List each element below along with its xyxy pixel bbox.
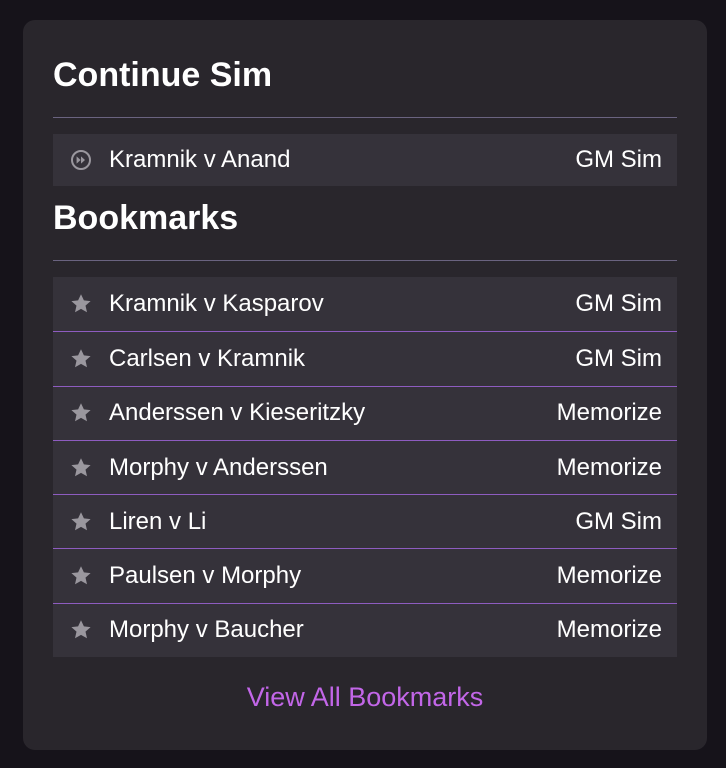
bookmark-item[interactable]: Carlsen v Kramnik GM Sim bbox=[53, 331, 677, 386]
star-icon bbox=[69, 618, 93, 642]
continue-sim-divider bbox=[53, 117, 677, 118]
game-mode: GM Sim bbox=[575, 290, 662, 318]
continue-sim-item[interactable]: Kramnik v Anand GM Sim bbox=[53, 134, 677, 186]
bookmark-item[interactable]: Anderssen v Kieseritzky Memorize bbox=[53, 385, 677, 440]
game-name: Carlsen v Kramnik bbox=[109, 344, 306, 372]
game-mode: GM Sim bbox=[575, 344, 662, 372]
game-mode: Memorize bbox=[556, 399, 662, 427]
star-icon bbox=[69, 292, 93, 316]
bookmark-item[interactable]: Paulsen v Morphy Memorize bbox=[53, 548, 677, 603]
game-name: Anderssen v Kieseritzky bbox=[109, 399, 366, 427]
bookmarks-title: Bookmarks bbox=[53, 199, 239, 237]
continue-sim-list: Kramnik v Anand GM Sim bbox=[53, 134, 677, 186]
star-icon bbox=[69, 401, 93, 425]
game-name: Morphy v Anderssen bbox=[109, 453, 328, 481]
bookmarks-divider bbox=[53, 260, 677, 261]
bookmarks-list: Kramnik v Kasparov GM Sim Carlsen v Kram… bbox=[53, 277, 677, 658]
continue-sim-title: Continue Sim bbox=[53, 56, 273, 94]
view-all-bookmarks-link[interactable]: View All Bookmarks bbox=[23, 680, 707, 714]
fast-forward-icon bbox=[69, 148, 93, 172]
sim-card: Continue Sim Kramnik v Anand GM Sim Book… bbox=[23, 20, 707, 750]
star-icon bbox=[69, 456, 93, 480]
game-mode: Memorize bbox=[556, 453, 662, 481]
star-icon bbox=[69, 564, 93, 588]
bookmark-item[interactable]: Liren v Li GM Sim bbox=[53, 494, 677, 549]
bookmark-item[interactable]: Kramnik v Kasparov GM Sim bbox=[53, 277, 677, 332]
bookmark-item[interactable]: Morphy v Baucher Memorize bbox=[53, 602, 677, 658]
star-icon bbox=[69, 510, 93, 534]
star-icon bbox=[69, 347, 93, 371]
game-mode: Memorize bbox=[556, 562, 662, 590]
game-mode: GM Sim bbox=[575, 146, 662, 173]
game-name: Morphy v Baucher bbox=[109, 616, 304, 644]
bookmark-item[interactable]: Morphy v Anderssen Memorize bbox=[53, 439, 677, 495]
game-mode: Memorize bbox=[556, 616, 662, 644]
game-name: Kramnik v Anand bbox=[109, 146, 291, 173]
game-name: Liren v Li bbox=[109, 507, 207, 535]
game-name: Kramnik v Kasparov bbox=[109, 290, 324, 318]
game-name: Paulsen v Morphy bbox=[109, 562, 302, 590]
game-mode: GM Sim bbox=[575, 507, 662, 535]
